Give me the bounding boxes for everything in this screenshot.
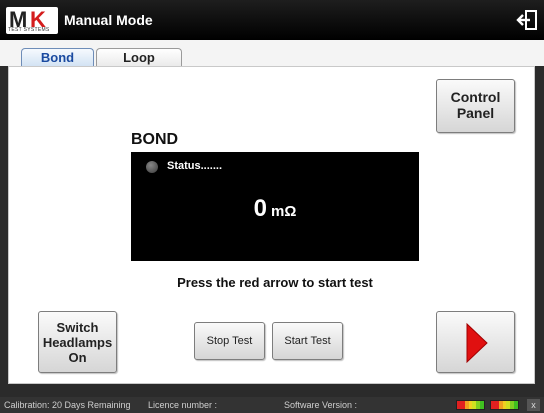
window-title: Manual Mode (64, 12, 153, 28)
signal-meter-2 (490, 400, 519, 410)
red-play-arrow-icon (466, 322, 488, 364)
bond-heading: BOND (131, 131, 179, 148)
resistance-reading: 0 mΩ (131, 195, 419, 223)
instruction-text: Press the red arrow to start test (177, 275, 373, 290)
exit-icon[interactable] (516, 9, 538, 31)
title-bar: M K TEST SYSTEMS Manual Mode (0, 0, 544, 40)
start-arrow-button[interactable] (436, 311, 515, 373)
tab-bond[interactable]: Bond (21, 48, 94, 68)
headlamps-label-2: Headlamps (42, 335, 113, 350)
reading-display: Status....... 0 mΩ (131, 152, 419, 261)
start-test-button[interactable]: Start Test (272, 322, 343, 360)
control-panel-label-1: Control (450, 89, 501, 105)
switch-headlamps-button[interactable]: Switch Headlamps On (38, 311, 117, 373)
headlamps-label-3: On (68, 350, 87, 365)
logo-subtitle: TEST SYSTEMS (8, 27, 50, 33)
software-version-text: Software Version : (284, 400, 358, 410)
status-led-icon (146, 161, 158, 173)
tab-loop[interactable]: Loop (96, 48, 182, 68)
headlamps-label-1: Switch (56, 320, 99, 335)
reading-value: 0 (253, 195, 267, 222)
stop-test-button[interactable]: Stop Test (194, 322, 265, 360)
reading-unit: mΩ (270, 203, 297, 220)
calibration-text: Calibration: 20 Days Remaining (4, 400, 131, 410)
mk-logo: M K TEST SYSTEMS (6, 7, 58, 34)
close-status-button[interactable]: x (527, 399, 540, 411)
licence-text: Licence number : (148, 400, 218, 410)
signal-meter-1 (456, 400, 485, 410)
control-panel-label-2: Panel (456, 105, 495, 121)
control-panel-button[interactable]: Control Panel (436, 79, 515, 133)
tab-strip: Bond Loop (0, 40, 544, 68)
status-text: Status....... (167, 160, 223, 172)
status-bar: Calibration: 20 Days Remaining Licence n… (0, 397, 544, 413)
